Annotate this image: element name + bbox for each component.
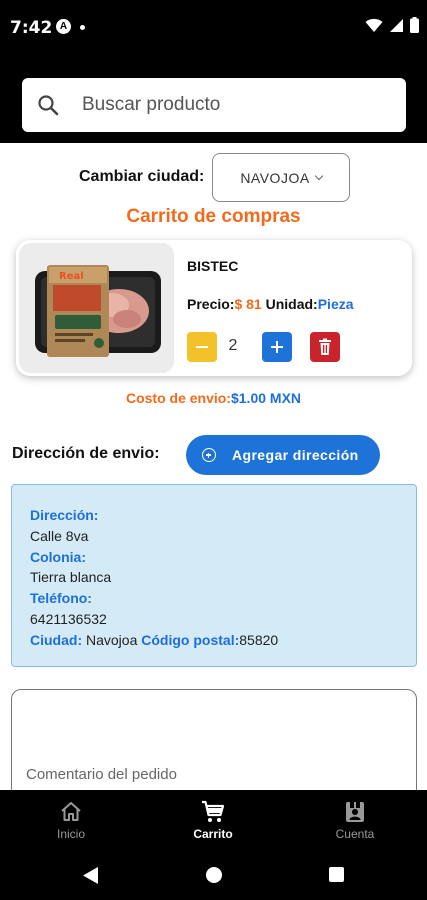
address-card[interactable]: Dirección: Calle 8va Colonia: Tierra bla… bbox=[11, 484, 417, 667]
search-icon[interactable] bbox=[36, 93, 60, 117]
account-icon bbox=[346, 802, 364, 822]
notification-dot-icon bbox=[80, 25, 85, 30]
nav-item-carrito[interactable]: Carrito bbox=[142, 790, 284, 850]
header bbox=[0, 56, 427, 143]
add-address-button[interactable]: Agregar dirección bbox=[186, 435, 380, 475]
product-image: Real bbox=[19, 243, 174, 373]
meat-package-image: Real bbox=[19, 243, 174, 373]
search-input[interactable] bbox=[82, 78, 382, 132]
status-time: 7:42 bbox=[10, 18, 53, 38]
signal-icon bbox=[390, 18, 403, 32]
add-circle-icon bbox=[202, 448, 216, 462]
nav-item-inicio[interactable]: Inicio bbox=[0, 790, 142, 850]
address-city-row: Ciudad: Navojoa Código postal:85820 bbox=[30, 630, 416, 651]
bottom-navigation: Inicio Carrito Cuenta bbox=[0, 790, 427, 850]
city-label: Cambiar ciudad: bbox=[79, 168, 205, 185]
app-notification-icon: A bbox=[56, 19, 71, 34]
nav-label-cuenta: Cuenta bbox=[335, 827, 375, 841]
quantity-stepper: 2 bbox=[187, 332, 347, 362]
price-label: Precio: bbox=[187, 296, 235, 312]
shipping-cost-value: $1.00 MXN bbox=[230, 390, 302, 406]
address-phone: 6421136532 bbox=[30, 610, 107, 627]
address-phone-label: Teléfono: bbox=[30, 590, 92, 607]
delete-item-button[interactable] bbox=[310, 332, 340, 362]
shipping-address-label: Dirección de envio: bbox=[12, 445, 160, 462]
home-button-icon[interactable] bbox=[206, 867, 222, 883]
product-name: BISTEC bbox=[187, 258, 239, 274]
address-city-label: Ciudad: bbox=[30, 631, 83, 648]
order-comment-input[interactable] bbox=[26, 762, 396, 786]
address-street-label: Dirección: bbox=[30, 507, 99, 523]
address-street: Calle 8va bbox=[30, 527, 89, 544]
address-city: Navojoa bbox=[86, 631, 138, 648]
nav-label-carrito: Carrito bbox=[193, 827, 233, 841]
product-price: $ 81 bbox=[234, 296, 262, 312]
unit-label: Unidad: bbox=[265, 296, 318, 312]
decrease-quantity-button[interactable] bbox=[187, 332, 217, 362]
nav-label-inicio: Inicio bbox=[56, 827, 85, 841]
shipping-cost: Costo de envio:$1.00 MXN bbox=[0, 390, 427, 406]
home-icon bbox=[61, 802, 81, 821]
city-dropdown[interactable]: NAVOJOA bbox=[212, 153, 350, 202]
address-postal-code: 85820 bbox=[239, 631, 279, 648]
product-unit: Pieza bbox=[317, 296, 354, 312]
city-selected-value: NAVOJOA bbox=[240, 169, 310, 186]
address-colonia: Tierra blanca bbox=[30, 569, 112, 586]
quantity-value: 2 bbox=[228, 337, 238, 354]
address-colonia-label: Colonia: bbox=[30, 548, 86, 565]
product-meta: Precio:$ 81 Unidad:Pieza bbox=[187, 296, 354, 312]
cart-item-card: Real BISTEC Precio:$ 81 Unidad:Pieza 2 bbox=[16, 240, 412, 376]
cart-icon bbox=[202, 800, 225, 822]
increase-quantity-button[interactable] bbox=[262, 332, 292, 362]
trash-icon bbox=[319, 338, 331, 355]
status-bar: 7:42 A bbox=[0, 0, 427, 56]
recent-apps-icon[interactable] bbox=[329, 867, 344, 882]
battery-icon bbox=[410, 17, 419, 33]
search-box[interactable] bbox=[22, 78, 406, 132]
svg-text:Real: Real bbox=[59, 271, 84, 282]
wifi-icon bbox=[365, 18, 383, 32]
system-navigation-bar bbox=[0, 850, 427, 900]
nav-item-cuenta[interactable]: Cuenta bbox=[284, 790, 426, 850]
status-icons bbox=[365, 17, 419, 33]
address-postal-code-label: Código postal: bbox=[141, 631, 240, 648]
chevron-down-icon bbox=[314, 171, 323, 180]
cart-title: Carrito de compras bbox=[126, 206, 301, 227]
back-icon[interactable] bbox=[83, 867, 99, 884]
shipping-cost-label: Costo de envio: bbox=[125, 390, 231, 406]
add-address-label: Agregar dirección bbox=[232, 447, 359, 463]
